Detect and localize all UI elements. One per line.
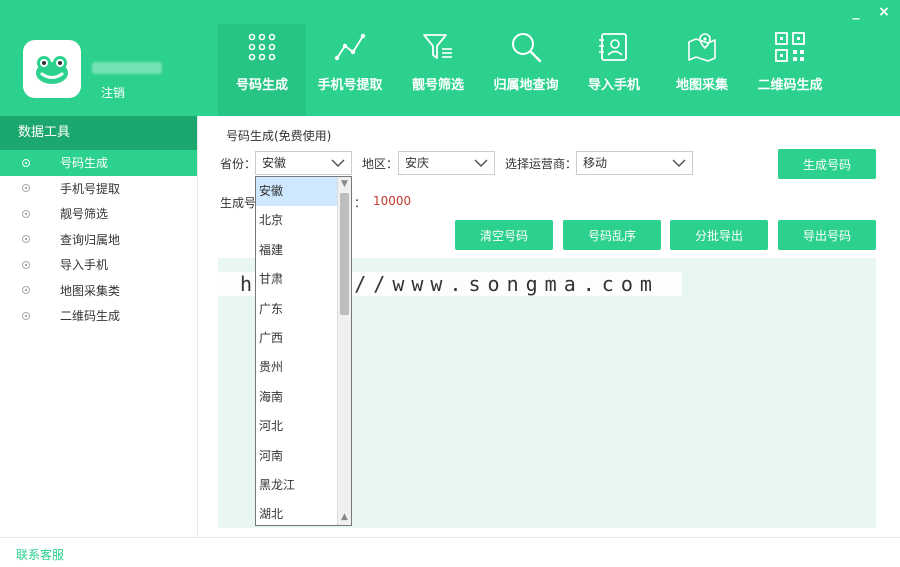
nav-map-collect[interactable]: 地图采集	[658, 24, 746, 116]
nav-label: 二维码生成	[757, 78, 823, 93]
sidebar-item-label: 手机号提取	[60, 181, 121, 196]
sidebar-item-label: 号码生成	[60, 156, 109, 171]
carrier-select[interactable]: 移动	[576, 151, 693, 175]
province-select-value: 安徽	[262, 156, 287, 170]
app-header: _ × 注销 号码生成 手机号提取 靓号筛选 归属地查询 导入手机 地图采集 二…	[0, 0, 900, 116]
nav-location-query[interactable]: 归属地查询	[482, 24, 570, 116]
region-select[interactable]: 安庆	[398, 151, 495, 175]
section-title: 号码生成(免费使用)	[226, 129, 332, 143]
clear-numbers-button[interactable]: 清空号码	[455, 220, 553, 250]
filter-icon	[423, 34, 452, 59]
radio-dot-icon	[22, 235, 30, 244]
radio-dot-icon	[22, 260, 30, 269]
radio-dot-icon	[22, 184, 30, 193]
dropdown-option[interactable]: 海南	[256, 383, 338, 412]
sidebar-item-label: 查询归属地	[60, 232, 121, 247]
sidebar-item-vanity-filter[interactable]: 靓号筛选	[0, 201, 197, 227]
generate-button[interactable]: 生成号码	[778, 149, 876, 179]
region-select-value: 安庆	[405, 156, 430, 170]
map-pin-icon	[688, 33, 716, 62]
nav-label: 靓号筛选	[411, 78, 464, 93]
logout-link[interactable]: 注销	[101, 84, 125, 101]
dropdown-option[interactable]: 安徽	[256, 177, 338, 207]
sidebar-item-number-generate[interactable]: 号码生成	[0, 150, 197, 176]
radio-dot-icon	[22, 286, 30, 295]
search-icon	[512, 33, 542, 63]
scrollbar-thumb[interactable]	[340, 193, 349, 315]
dropdown-scrollbar[interactable]: ▼ ▲	[337, 177, 351, 525]
top-nav: 号码生成 手机号提取 靓号筛选 归属地查询 导入手机 地图采集 二维码生成	[218, 24, 834, 116]
carrier-label: 选择运营商：	[505, 157, 578, 171]
sidebar-item-label: 地图采集类	[60, 283, 121, 298]
dropdown-option[interactable]: 黑龙江	[256, 471, 338, 500]
chevron-down-icon	[672, 159, 686, 168]
sidebar-item-location-query[interactable]: 查询归属地	[0, 227, 197, 253]
scroll-down-arrow-icon[interactable]: ▲	[338, 511, 351, 524]
minimize-button[interactable]: _	[848, 4, 864, 20]
qr-code-icon	[775, 32, 805, 62]
dropdown-option[interactable]: 福建	[256, 236, 338, 265]
dropdown-option[interactable]: 湖北	[256, 500, 338, 529]
dropdown-option[interactable]: 河南	[256, 442, 338, 471]
scroll-up-arrow-icon[interactable]: ▼	[338, 178, 351, 191]
dropdown-option[interactable]: 甘肃	[256, 265, 338, 294]
carrier-select-value: 移动	[583, 156, 608, 170]
dropdown-option[interactable]: 广东	[256, 295, 338, 324]
nav-label: 号码生成	[235, 78, 288, 93]
nav-qr-generate[interactable]: 二维码生成	[746, 24, 834, 116]
region-label: 地区：	[362, 157, 399, 171]
account-name-blurred	[92, 62, 162, 74]
shuffle-numbers-button[interactable]: 号码乱序	[563, 220, 661, 250]
radio-dot-icon	[22, 209, 30, 218]
dots-grid-icon	[248, 33, 276, 61]
nav-label: 手机号提取	[317, 78, 383, 93]
contact-support-link[interactable]: 联系客服	[16, 546, 64, 563]
sidebar-item-qr-generate[interactable]: 二维码生成	[0, 303, 197, 329]
dropdown-option[interactable]: 北京	[256, 206, 338, 235]
generate-count-value: 10000	[373, 194, 412, 208]
dropdown-options: 安徽 北京 福建 甘肃 广东 广西 贵州 海南 河北 河南 黑龙江 湖北	[256, 177, 338, 530]
province-label: 省份：	[220, 157, 257, 171]
generate-count-label: 生成号	[220, 196, 257, 210]
chevron-down-icon	[474, 159, 488, 168]
dropdown-option[interactable]: 贵州	[256, 353, 338, 382]
province-dropdown-list[interactable]: 安徽 北京 福建 甘肃 广东 广西 贵州 海南 河北 河南 黑龙江 湖北 ▼ ▲	[255, 176, 352, 526]
generate-count-label-end: ：	[354, 196, 367, 210]
sidebar-item-phone-extract[interactable]: 手机号提取	[0, 176, 197, 202]
dropdown-option[interactable]: 河北	[256, 412, 338, 441]
sidebar: 数据工具 号码生成 手机号提取 靓号筛选 查询归属地 导入手机 地图采集类 二维…	[0, 116, 198, 537]
sidebar-item-label: 导入手机	[60, 258, 109, 273]
contact-card-icon	[599, 33, 627, 61]
nav-label: 导入手机	[587, 78, 640, 93]
filter-row: 省份： 安徽 地区： 安庆 选择运营商： 移动 生成号码	[198, 149, 900, 179]
radio-dot-icon	[22, 311, 30, 320]
footer: 联系客服	[0, 537, 900, 567]
sidebar-item-import-phone[interactable]: 导入手机	[0, 252, 197, 278]
window-controls: _ ×	[848, 4, 892, 20]
dropdown-option[interactable]: 广西	[256, 324, 338, 353]
radio-dot-icon	[22, 158, 30, 167]
nav-number-generate[interactable]: 号码生成	[218, 24, 306, 116]
nav-vanity-filter[interactable]: 靓号筛选	[394, 24, 482, 116]
export-numbers-button[interactable]: 导出号码	[778, 220, 876, 250]
sidebar-item-label: 靓号筛选	[60, 207, 109, 222]
line-chart-icon	[334, 33, 366, 61]
nav-phone-extract[interactable]: 手机号提取	[306, 24, 394, 116]
sidebar-item-map-collect[interactable]: 地图采集类	[0, 278, 197, 304]
nav-import-phone[interactable]: 导入手机	[570, 24, 658, 116]
province-select[interactable]: 安徽	[255, 151, 352, 175]
frog-logo-icon	[36, 56, 68, 84]
nav-label: 归属地查询	[493, 78, 559, 93]
sidebar-title: 数据工具	[0, 116, 197, 150]
close-button[interactable]: ×	[876, 4, 892, 20]
sidebar-item-label: 二维码生成	[60, 309, 121, 324]
batch-export-button[interactable]: 分批导出	[670, 220, 768, 250]
nav-label: 地图采集	[675, 78, 728, 93]
app-logo	[23, 40, 81, 98]
chevron-down-icon	[331, 159, 345, 168]
